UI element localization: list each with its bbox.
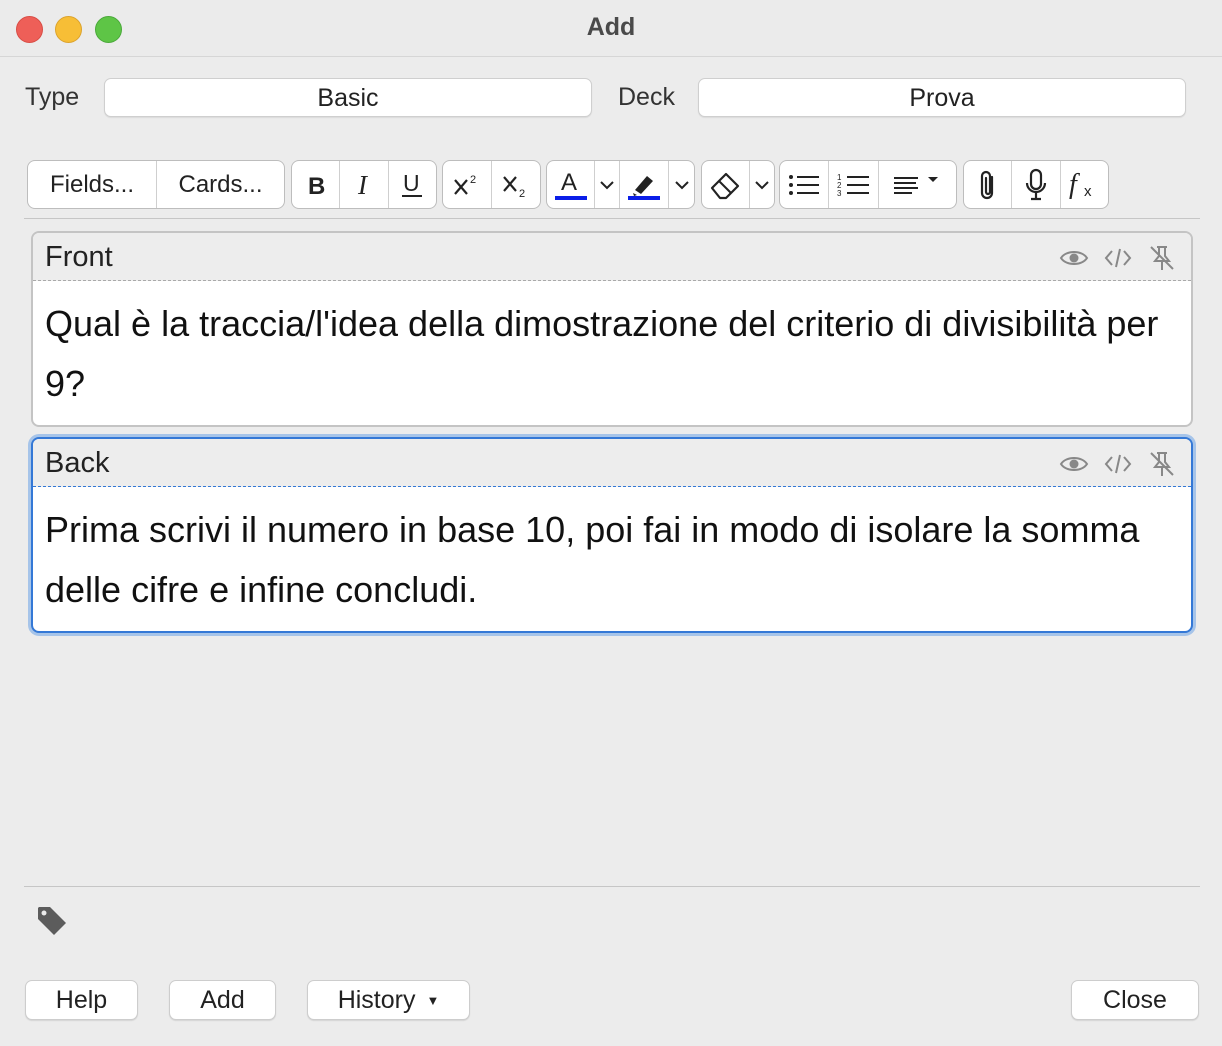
svg-text:B: B <box>308 173 325 197</box>
pin-icon[interactable] <box>1147 243 1177 273</box>
ordered-list-button[interactable]: 123 <box>829 161 879 208</box>
text-color-icon: A <box>554 169 587 200</box>
window-title: Add <box>586 13 636 41</box>
svg-text:f: f <box>1069 169 1080 200</box>
chevron-down-icon <box>674 180 689 189</box>
add-window: Add Type Basic Deck Prova Fields... Card… <box>0 0 1222 1046</box>
record-audio-button[interactable] <box>1012 161 1061 208</box>
italic-icon: I <box>357 172 369 198</box>
svg-text:I: I <box>357 172 369 198</box>
svg-text:2: 2 <box>470 174 476 186</box>
note-type-selector[interactable]: Basic <box>104 78 592 117</box>
help-button[interactable]: Help <box>25 980 138 1020</box>
bold-button[interactable]: B <box>292 161 341 208</box>
underline-button[interactable]: U <box>389 161 436 208</box>
svg-text:3: 3 <box>837 189 842 198</box>
pin-icon[interactable] <box>1147 449 1177 479</box>
toolbar-divider <box>24 218 1200 219</box>
italic-button[interactable]: I <box>340 161 389 208</box>
cards-button[interactable]: Cards... <box>157 161 284 208</box>
svg-text:x: x <box>1084 183 1092 200</box>
front-field-content[interactable]: Qual è la traccia/l'idea della dimostraz… <box>33 281 1191 424</box>
chevron-down-icon <box>600 180 614 189</box>
add-button[interactable]: Add <box>169 980 276 1020</box>
front-field: Front Qual è la traccia/l'idea della dim… <box>31 231 1193 427</box>
bold-icon: B <box>308 173 325 197</box>
clear-formatting-button[interactable] <box>702 161 750 208</box>
fields-button[interactable]: Fields... <box>28 161 157 208</box>
deck-selector[interactable]: Prova <box>698 78 1186 117</box>
clear-formatting-dropdown[interactable] <box>750 161 774 208</box>
editor-toolbar: Fields... Cards... B I U 2 2 A 1 2 3 f x <box>0 160 1222 210</box>
subscript-icon: 2 <box>503 175 525 199</box>
highlighter-icon <box>628 175 661 200</box>
code-icon[interactable] <box>1103 449 1133 479</box>
eye-icon[interactable] <box>1059 449 1089 479</box>
title-bar: Add <box>0 0 1222 57</box>
close-button[interactable]: Close <box>1071 980 1199 1020</box>
deck-label: Deck <box>618 83 675 111</box>
history-label: History <box>337 986 416 1014</box>
chevron-down-icon <box>755 180 769 189</box>
history-button[interactable]: History ▼ <box>307 980 470 1020</box>
back-field: Back Prima scrivi il numero in base 10, … <box>31 437 1193 633</box>
front-field-name: Front <box>45 241 113 273</box>
front-field-header: Front <box>33 233 1191 281</box>
code-icon[interactable] <box>1103 243 1133 273</box>
svg-text:U: U <box>403 171 420 196</box>
alignment-button[interactable] <box>879 161 956 208</box>
bullet-list-icon <box>789 174 820 195</box>
superscript-button[interactable]: 2 <box>443 161 492 208</box>
subscript-button[interactable]: 2 <box>492 161 540 208</box>
text-color-dropdown[interactable] <box>595 161 621 208</box>
unordered-list-button[interactable] <box>780 161 830 208</box>
numbered-list-icon: 123 <box>837 173 869 198</box>
highlight-color-dropdown[interactable] <box>669 161 694 208</box>
eye-icon[interactable] <box>1059 243 1089 273</box>
superscript-icon: 2 <box>454 174 476 195</box>
eraser-icon <box>711 172 740 199</box>
svg-text:A: A <box>561 169 577 196</box>
attach-media-button[interactable] <box>964 161 1013 208</box>
back-field-content[interactable]: Prima scrivi il numero in base 10, poi f… <box>33 487 1191 630</box>
text-color-button[interactable]: A <box>547 161 596 208</box>
svg-text:2: 2 <box>519 188 525 199</box>
function-icon: fx <box>1069 169 1092 200</box>
highlight-color-button[interactable] <box>620 161 670 208</box>
back-field-name: Back <box>45 447 110 479</box>
type-label: Type <box>25 83 80 111</box>
underline-icon: U <box>402 171 423 197</box>
back-field-header: Back <box>33 439 1191 487</box>
tags-divider <box>24 886 1200 887</box>
paperclip-icon <box>980 170 993 199</box>
align-left-icon <box>894 176 939 194</box>
caret-down-icon: ▼ <box>426 993 440 1009</box>
mathjax-button[interactable]: fx <box>1061 161 1108 208</box>
microphone-icon <box>1025 168 1047 200</box>
tag-icon[interactable] <box>35 904 69 943</box>
